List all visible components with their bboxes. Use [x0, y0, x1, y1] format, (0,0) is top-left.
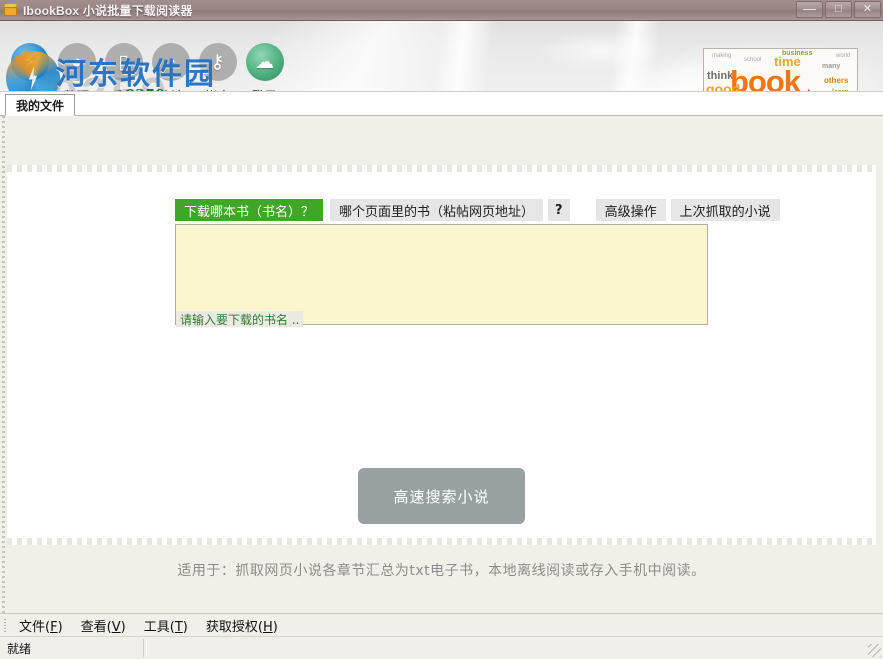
application-window: IbookBox 小说批量下载阅读器 — □ ✕ ⚡ 抓书 — [0, 0, 883, 659]
toolbar-item-stats[interactable]: ◔ 统计 — [147, 43, 194, 91]
menu-accel-tools: T — [174, 619, 183, 635]
download-by-name-button[interactable]: 下载哪本书（书名）？ — [175, 199, 324, 221]
page-url-button[interactable]: 哪个页面里的书（粘帖网页地址） — [330, 199, 544, 221]
menu-label-file: 文件 — [19, 619, 46, 635]
maximize-icon: □ — [835, 3, 842, 15]
help-button[interactable]: ? — [548, 199, 570, 221]
menu-item-view[interactable]: 查看(V) — [72, 614, 135, 637]
usage-description: 适用于：抓取网页小说各章节汇总为txt电子书，本地离线阅读或存入手机中阅读。 — [177, 563, 706, 579]
window-title: IbookBox 小说批量下载阅读器 — [23, 3, 193, 18]
close-button[interactable]: ✕ — [854, 1, 881, 18]
menu-item-get-license[interactable]: 获取授权(H) — [197, 614, 287, 637]
book-name-input[interactable] — [176, 225, 707, 324]
advanced-operations-button[interactable]: 高级操作 — [595, 199, 666, 221]
last-grabbed-novel-button[interactable]: 上次抓取的小说 — [670, 199, 780, 221]
maximize-button[interactable]: □ — [825, 1, 852, 18]
menu-grip-handle[interactable] — [2, 617, 10, 633]
minimize-button[interactable]: — — [796, 1, 823, 18]
menu-label-view: 查看 — [80, 619, 107, 635]
phone-icon: ▯ — [104, 43, 143, 81]
menu-accel-view: V — [111, 619, 121, 635]
book-wordcloud-image: making school business world time many t… — [703, 48, 858, 92]
organize-icon: ◕ — [57, 43, 96, 81]
wordcloud-tiny-2: school — [744, 57, 762, 63]
menu-label-get-license: 获取授权 — [205, 619, 258, 635]
action-button-row: 下载哪本书（书名）？ 哪个页面里的书（粘帖网页地址） ? 高级操作 上次抓取的小… — [175, 199, 780, 221]
status-secondary-panel — [146, 639, 867, 657]
wordcloud-tiny-1: making — [712, 53, 732, 59]
window-controls: — □ ✕ — [796, 1, 881, 18]
menu-label-tools: 工具 — [143, 619, 170, 635]
menu-accel-get-license: H — [262, 619, 273, 635]
paper-perforation-bottom — [7, 538, 876, 545]
wordcloud-others: others — [824, 76, 849, 85]
menu-item-file[interactable]: 文件(F) — [10, 614, 72, 637]
tab-strip: 我的文件 — [0, 92, 883, 116]
wordcloud-many: many — [822, 63, 841, 70]
toolbar-item-account[interactable]: ⚷ 帐户 — [194, 43, 241, 91]
close-icon: ✕ — [862, 3, 873, 15]
left-dotted-strip — [2, 116, 5, 613]
app-box-icon — [3, 2, 19, 18]
status-text: 就绪 — [2, 639, 144, 657]
toolbar-item-phone[interactable]: ▯ 手机 — [100, 43, 147, 91]
wordcloud-tiny-5: world — [836, 53, 851, 59]
fast-search-button[interactable]: 高速搜索小说 — [358, 468, 525, 524]
menu-accel-file: F — [50, 619, 58, 635]
main-toolbar: ⚡ 抓书 ◕ 整理 ▯ 手机 ◔ 统计 — [6, 43, 288, 91]
paper-perforation-top — [7, 165, 876, 172]
menu-item-tools[interactable]: 工具(T) — [135, 614, 197, 637]
wordcloud-good: good — [706, 81, 741, 92]
toolbar-item-login[interactable]: ☁ 登录 — [241, 43, 288, 91]
cloud-upload-icon: ☁ — [245, 43, 284, 81]
account-key-icon: ⚷ — [198, 43, 237, 81]
book-grab-icon: ⚡ — [10, 43, 49, 81]
page-content: 下载哪本书（书名）？ 哪个页面里的书（粘帖网页地址） ? 高级操作 上次抓取的小… — [0, 116, 883, 613]
title-bar: IbookBox 小说批量下载阅读器 — □ ✕ — [0, 0, 883, 21]
minimize-icon: — — [803, 1, 816, 16]
toolbar-item-organize[interactable]: ◕ 整理 — [53, 43, 100, 91]
resize-grip-icon[interactable] — [868, 644, 881, 657]
menu-bar: 文件(F) 查看(V) 工具(T) 获取授权(H) — [0, 613, 883, 636]
input-hint-label: 请输入要下载的书名 .. — [176, 311, 304, 327]
header-banner: ⚡ 抓书 ◕ 整理 ▯ 手机 ◔ 统计 — [0, 21, 883, 92]
status-bar: 就绪 — [0, 636, 883, 659]
stats-icon: ◔ — [151, 43, 190, 81]
toolbar-item-grab-book[interactable]: ⚡ 抓书 — [6, 43, 53, 91]
tab-my-files[interactable]: 我的文件 — [5, 94, 76, 116]
